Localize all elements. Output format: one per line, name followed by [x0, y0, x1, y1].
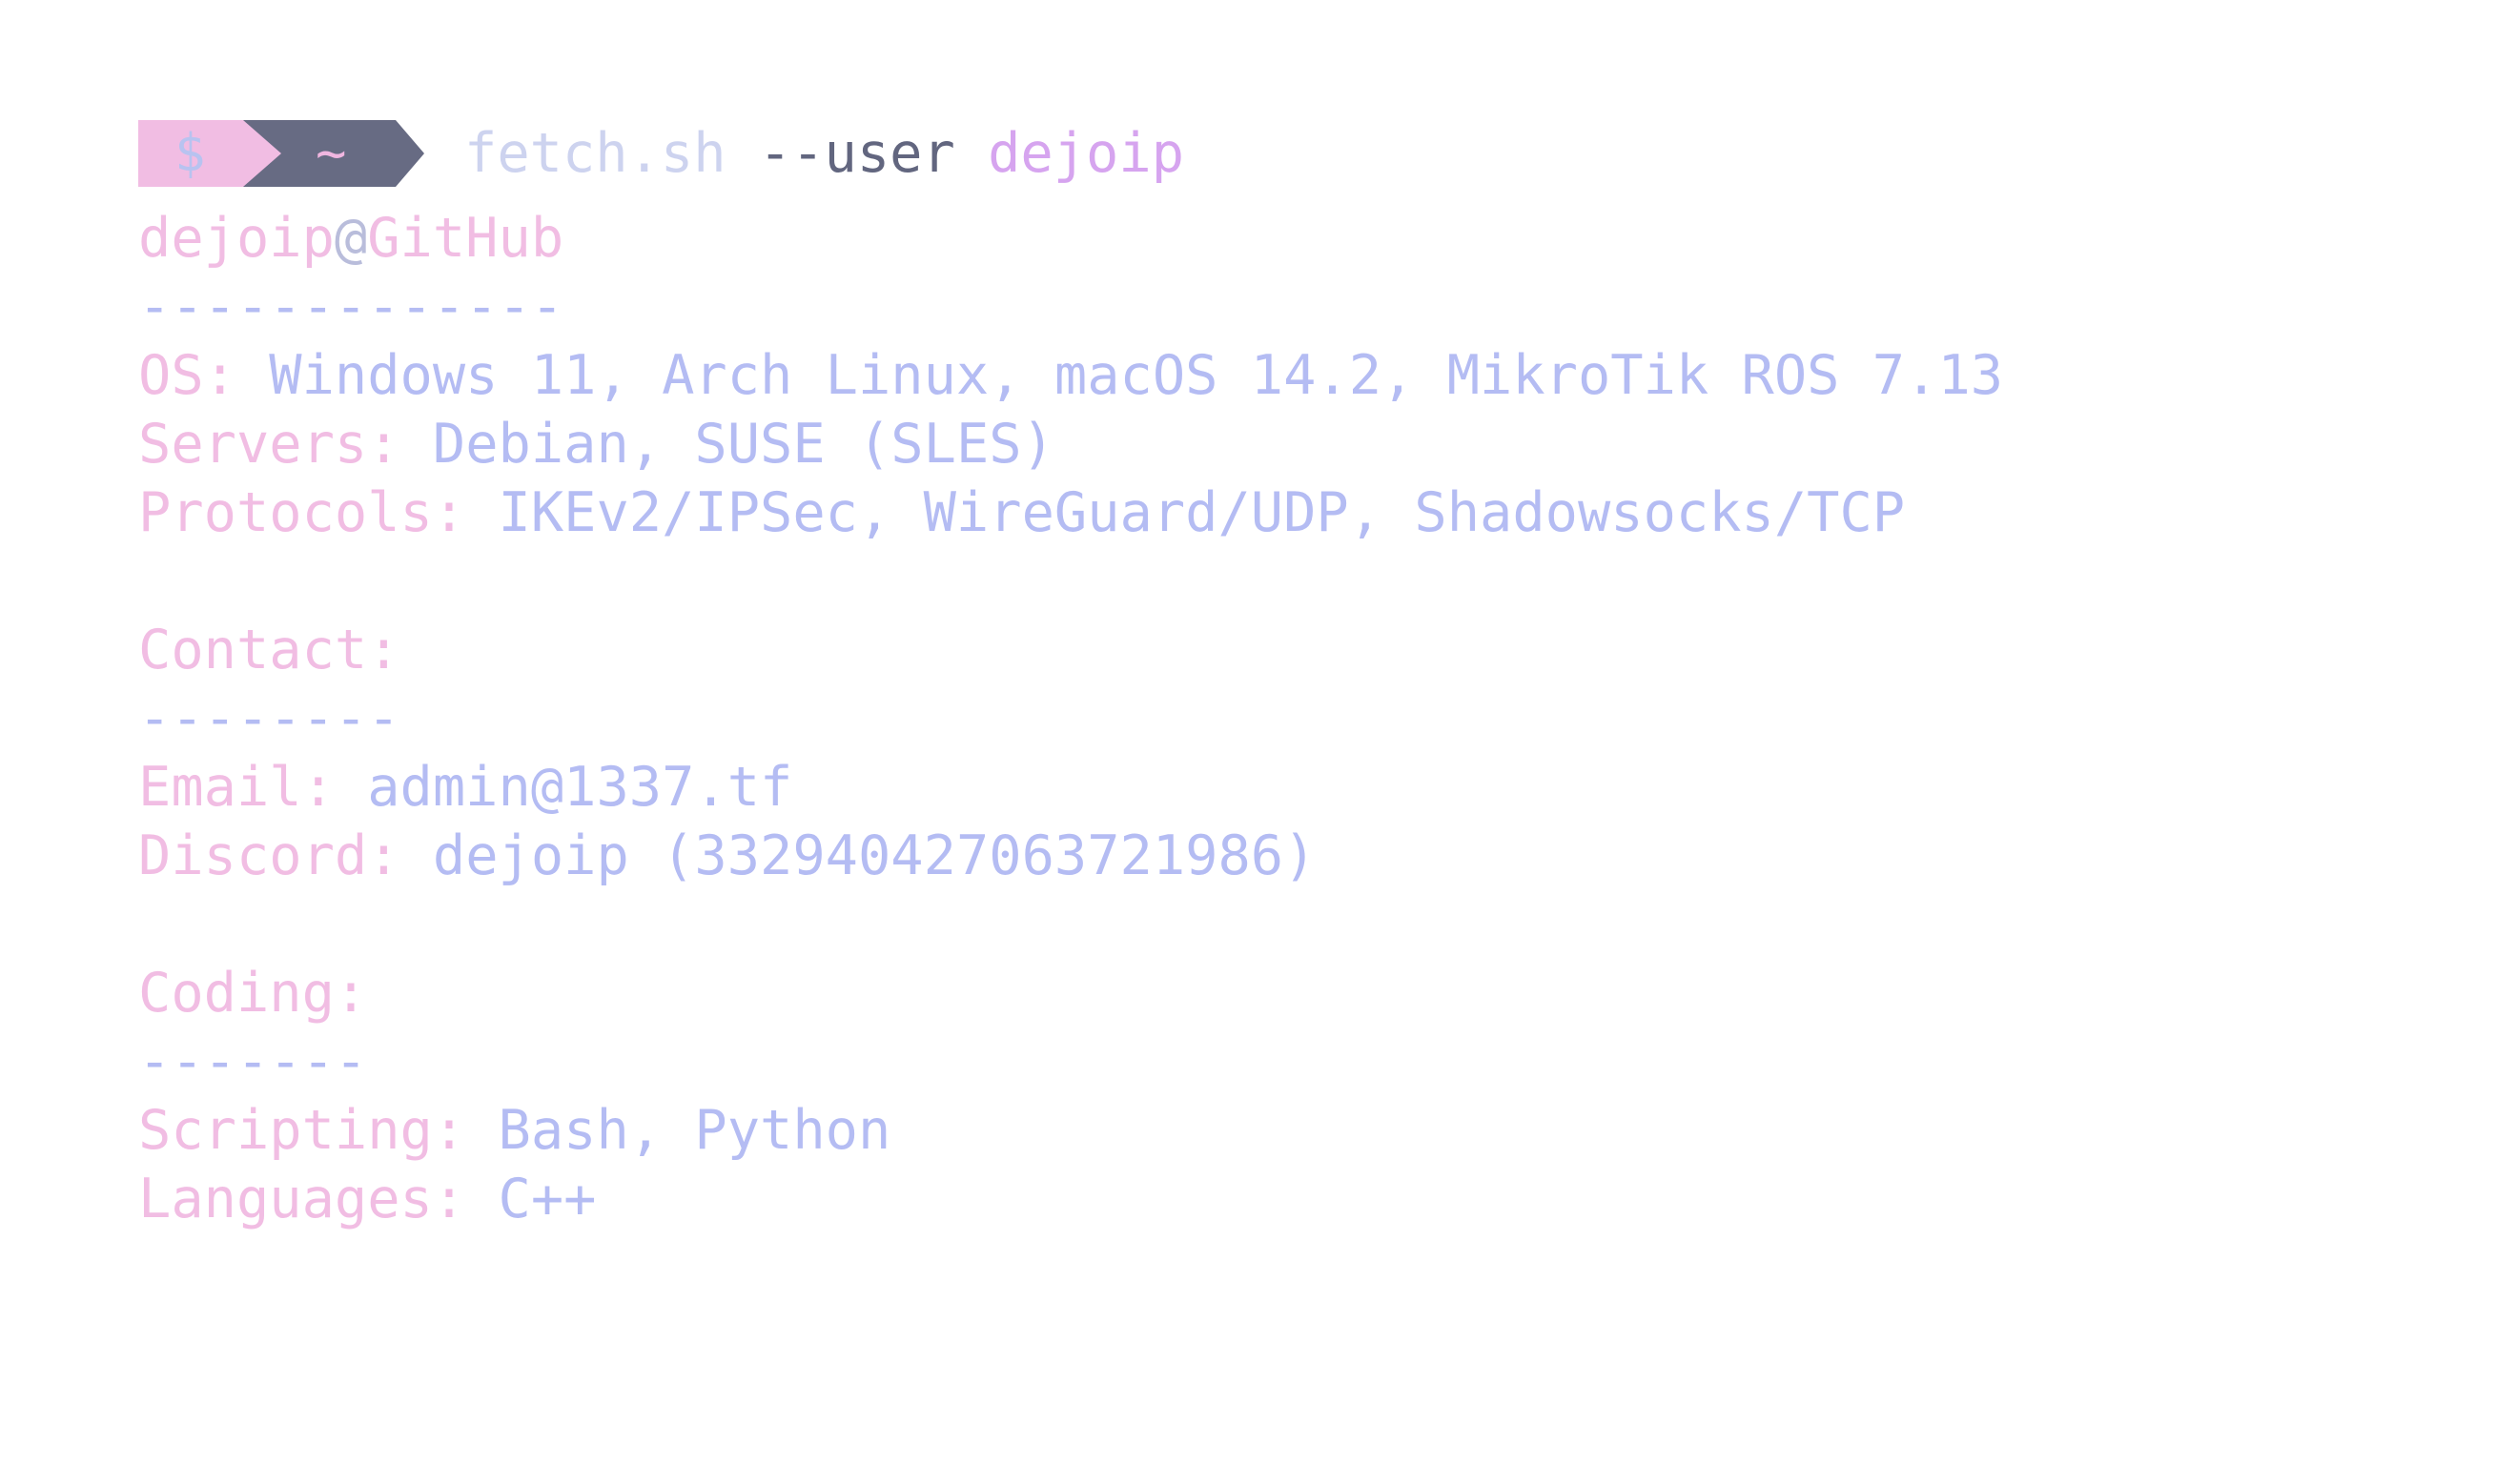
- os-line: OS: Windows 11, Arch Linux, macOS 14.2, …: [138, 341, 2426, 410]
- coding-title: Coding:: [138, 962, 368, 1025]
- prompt-tilde: ~: [316, 123, 347, 183]
- user-host-line: dejoip @ GitHub: [138, 204, 2426, 273]
- prompt-dollar: $: [174, 123, 206, 183]
- protocols-label: Protocols:: [138, 481, 466, 544]
- email-line: Email: admin@1337.tf: [138, 753, 2426, 822]
- protocols-line: Protocols: IKEv2/IPSec, WireGuard/UDP, S…: [138, 478, 2426, 547]
- coding-underline: -------: [138, 1027, 2426, 1096]
- hostname: GitHub: [367, 207, 564, 270]
- contact-title: Contact:: [138, 619, 400, 681]
- email-label: Email:: [138, 756, 335, 819]
- header-underline: -------------: [138, 273, 2426, 341]
- coding-title-line: Coding:: [138, 959, 2426, 1027]
- scripting-value: Bash, Python: [498, 1099, 891, 1162]
- os-value: Windows 11, Arch Linux, macOS 14.2, Mikr…: [269, 344, 2004, 407]
- discord-label: Discord:: [138, 824, 400, 887]
- servers-value: Debian, SUSE (SLES): [432, 413, 1054, 476]
- command-arg: dejoip: [988, 122, 1185, 185]
- terminal-output: $ ~ fetch.sh --user dejoip dejoip @ GitHub…: [138, 120, 2426, 1233]
- discord-line: Discord: dejoip (332940427063721986): [138, 822, 2426, 890]
- email-value: admin@1337.tf: [367, 756, 793, 819]
- coding-separator: -------: [138, 1030, 368, 1093]
- protocols-value: IKEv2/IPSec, WireGuard/UDP, Shadowsocks/…: [498, 481, 1906, 544]
- discord-value: dejoip (332940427063721986): [432, 824, 1317, 887]
- command-flag: --user: [758, 122, 955, 185]
- command-script: fetch.sh: [464, 122, 726, 185]
- servers-line: Servers: Debian, SUSE (SLES): [138, 410, 2426, 478]
- scripting-label: Scripting:: [138, 1099, 466, 1162]
- languages-line: Languages: C++: [138, 1165, 2426, 1233]
- command-line: $ ~ fetch.sh --user dejoip: [138, 120, 2426, 187]
- languages-label: Languages:: [138, 1168, 466, 1230]
- scripting-line: Scripting: Bash, Python: [138, 1096, 2426, 1165]
- shell-prompt: $ ~: [138, 120, 424, 187]
- contact-separator: --------: [138, 687, 400, 750]
- at-sign: @: [334, 207, 368, 270]
- contact-title-line: Contact:: [138, 616, 2426, 684]
- languages-value: C++: [498, 1168, 597, 1230]
- contact-underline: --------: [138, 684, 2426, 753]
